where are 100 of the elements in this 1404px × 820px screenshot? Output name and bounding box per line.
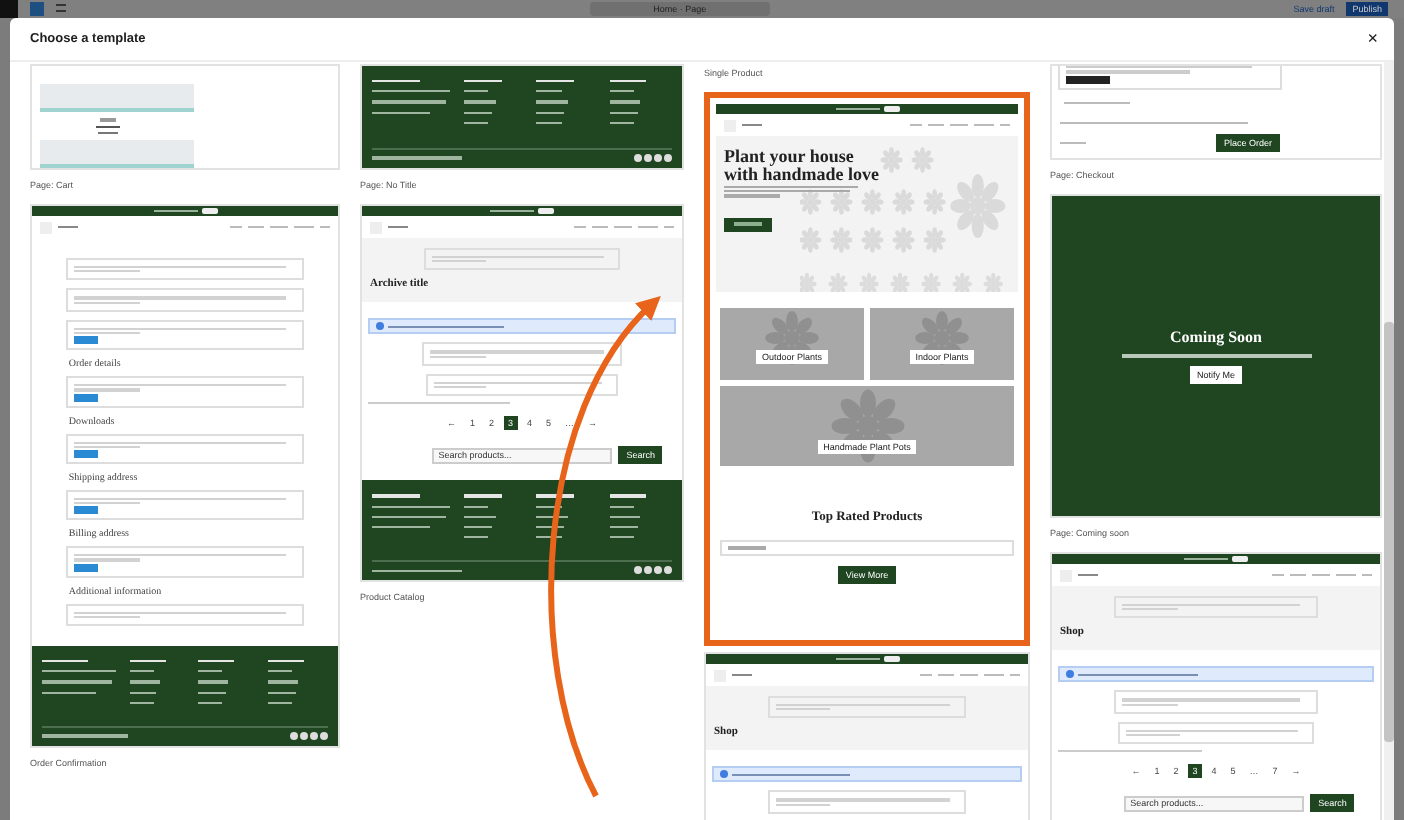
text-line (463, 505, 489, 508)
small-button[interactable] (1066, 75, 1110, 84)
text-line (372, 90, 450, 93)
text-line (58, 225, 78, 229)
text-line (463, 111, 492, 114)
info-icon (1066, 670, 1074, 679)
text-line (198, 670, 223, 673)
list-icon[interactable] (56, 4, 66, 12)
text-line (609, 121, 635, 124)
text-line (372, 494, 421, 497)
small-button[interactable] (883, 656, 899, 662)
text-line (42, 734, 128, 738)
text-line (368, 402, 510, 405)
text-line (1312, 573, 1330, 577)
text-line (732, 673, 752, 677)
text-line (100, 118, 117, 122)
hero-button[interactable] (724, 217, 772, 232)
info-icon (376, 322, 384, 331)
text-line (536, 494, 575, 497)
text-line (372, 111, 430, 114)
text-line (490, 209, 534, 213)
text-line (198, 660, 235, 663)
text-line (463, 121, 489, 124)
text-line (198, 691, 226, 694)
text-line (198, 680, 229, 684)
text-line (372, 505, 450, 508)
coming-soon-title: Coming Soon (1169, 328, 1262, 347)
text-line (463, 100, 495, 104)
text-line (268, 680, 299, 684)
text-line (42, 670, 116, 673)
text-line (536, 505, 562, 508)
text-line (938, 673, 954, 677)
text-line (129, 691, 157, 694)
text-line (463, 525, 492, 529)
text-line (609, 525, 638, 529)
text-line (536, 121, 562, 124)
text-line (388, 225, 408, 229)
text-line (268, 660, 305, 663)
small-button[interactable] (883, 106, 899, 112)
text-line (950, 123, 968, 127)
text-line (592, 225, 608, 229)
scrollbar[interactable] (1384, 62, 1394, 820)
text-line (609, 515, 641, 518)
text-line (463, 90, 489, 93)
text-line (609, 536, 635, 539)
text-line (536, 111, 565, 114)
text-line (1290, 573, 1306, 577)
text-line (248, 225, 264, 229)
text-line (536, 100, 568, 104)
text-line (268, 701, 293, 704)
text-line (536, 515, 568, 518)
text-line (372, 525, 430, 529)
text-line (609, 90, 635, 93)
text-line (1060, 141, 1087, 145)
text-line (536, 80, 575, 83)
text-line (268, 670, 293, 673)
text-line (536, 536, 562, 539)
text-line (835, 107, 879, 111)
text-line (1078, 673, 1198, 676)
text-line (42, 660, 89, 663)
text-line (372, 100, 446, 104)
text-line (372, 569, 462, 572)
text-line (129, 701, 154, 704)
text-line (974, 123, 994, 127)
text-line (609, 505, 635, 508)
text-line (609, 100, 641, 104)
info-icon (720, 770, 728, 779)
text-line (1064, 101, 1131, 104)
text-line (960, 673, 978, 677)
text-line (372, 515, 446, 518)
text-line (294, 225, 314, 229)
text-line (129, 680, 160, 684)
text-line (1078, 573, 1098, 577)
text-line (609, 80, 647, 83)
text-line (198, 701, 223, 704)
text-line (536, 525, 565, 529)
text-line (42, 691, 97, 694)
text-line (98, 131, 119, 134)
text-line (388, 325, 505, 328)
text-line (835, 657, 879, 661)
text-line (268, 691, 296, 694)
text-line (372, 80, 421, 83)
text-line (463, 80, 502, 83)
text-line (732, 773, 850, 776)
text-line (96, 125, 121, 128)
text-line (129, 670, 154, 673)
text-line (463, 515, 495, 518)
hero-headline: Plant your house with handmade love (724, 148, 882, 184)
text-line (1184, 557, 1228, 561)
text-line (42, 680, 112, 684)
text-line (536, 90, 562, 93)
text-line (638, 225, 658, 229)
text-line (1336, 573, 1356, 577)
text-line (609, 494, 647, 497)
text-line (372, 156, 462, 160)
small-button[interactable] (201, 208, 217, 214)
text-line (270, 225, 288, 229)
text-line (984, 673, 1004, 677)
close-button[interactable]: × (1363, 30, 1382, 48)
text-line (928, 123, 944, 127)
